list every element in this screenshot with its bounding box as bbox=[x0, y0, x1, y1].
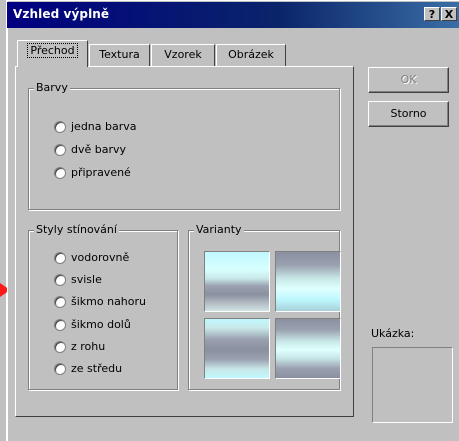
tab-picture[interactable]: Obrázek bbox=[216, 44, 286, 66]
radio-button-icon bbox=[54, 121, 66, 133]
tab-label: Obrázek bbox=[228, 48, 274, 61]
close-button[interactable]: X bbox=[441, 7, 457, 21]
variant-swatch-2[interactable] bbox=[275, 251, 341, 312]
cancel-button[interactable]: Storno bbox=[368, 101, 449, 127]
tab-label: Vzorek bbox=[164, 48, 202, 61]
window-title: Vzhled výplně bbox=[13, 7, 110, 21]
radio-button-icon bbox=[54, 319, 66, 331]
background-window-edge bbox=[0, 0, 7, 441]
tab-texture[interactable]: Textura bbox=[89, 44, 150, 66]
tab-gradient[interactable]: Přechod bbox=[17, 40, 88, 67]
tab-pattern[interactable]: Vzorek bbox=[151, 44, 215, 66]
preview-box bbox=[372, 347, 453, 423]
radio-label: ze středu bbox=[71, 362, 123, 375]
ok-button[interactable]: OK bbox=[368, 67, 449, 93]
radio-label: dvě barvy bbox=[71, 143, 127, 156]
radio-button-icon bbox=[54, 296, 66, 308]
colors-group-legend: Barvy bbox=[34, 81, 70, 94]
radio-button-icon bbox=[54, 274, 66, 286]
radio-button-icon bbox=[54, 167, 66, 179]
radio-label: šikmo nahoru bbox=[71, 295, 147, 308]
radio-button-icon bbox=[54, 252, 66, 264]
preview-label: Ukázka: bbox=[371, 327, 415, 340]
variant-swatch-4[interactable] bbox=[275, 318, 341, 379]
title-bar: Vzhled výplně ? X bbox=[7, 2, 459, 28]
tab-label: Přechod bbox=[27, 43, 78, 58]
variants-legend: Varianty bbox=[194, 223, 244, 236]
radio-label: vodorovně bbox=[71, 251, 130, 264]
radio-label: šikmo dolů bbox=[71, 318, 131, 331]
radio-button-icon bbox=[54, 363, 66, 375]
radio-label: jedna barva bbox=[71, 120, 137, 133]
colors-group: Barvy jedna barva dvě barvy připravené bbox=[28, 81, 340, 210]
tab-panel-gradient: Barvy jedna barva dvě barvy připravené S… bbox=[15, 66, 354, 417]
help-button[interactable]: ? bbox=[424, 7, 440, 21]
shading-styles-legend: Styly stínování bbox=[34, 223, 119, 236]
variant-swatch-1[interactable] bbox=[204, 251, 270, 312]
shading-styles-group: Styly stínování vodorovně svisle šikmo n… bbox=[28, 223, 178, 390]
tab-label: Textura bbox=[99, 48, 140, 61]
variants-group: Varianty bbox=[188, 223, 341, 390]
radio-button-icon bbox=[54, 144, 66, 156]
radio-label: z rohu bbox=[71, 340, 106, 353]
radio-label: svisle bbox=[71, 273, 102, 286]
variant-swatch-3[interactable] bbox=[204, 318, 270, 379]
radio-button-icon bbox=[54, 341, 66, 353]
radio-label: připravené bbox=[71, 166, 131, 179]
